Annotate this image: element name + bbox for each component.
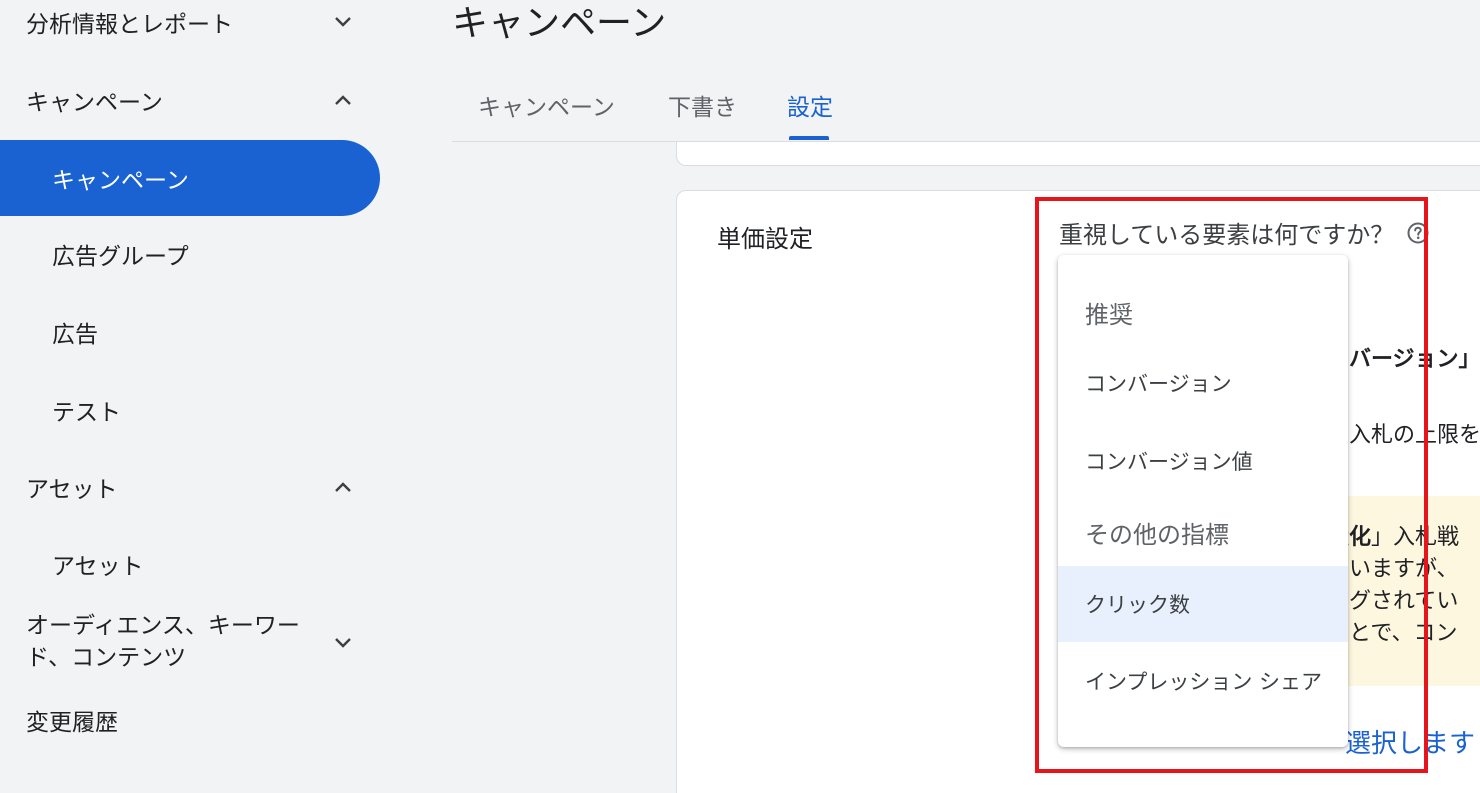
tab-drafts[interactable]: 下書き: [668, 88, 737, 122]
sidebar-group-audience[interactable]: オーディエンス、キーワー ド、コンテンツ: [0, 610, 380, 676]
select-bidding-link[interactable]: 選択します: [1345, 723, 1475, 760]
active-tab-indicator: [789, 136, 829, 140]
sidebar-item-label: オーディエンス、キーワー ド、コンテンツ: [26, 610, 300, 674]
sidebar-item-label: 広告グループ: [52, 244, 189, 270]
previous-card-edge: [676, 142, 1480, 166]
tab-campaigns[interactable]: キャンペーン: [478, 88, 615, 122]
app-window: 分析情報とレポート キャンペーン キャンペーン 広告グループ 広告 テスト アセ…: [0, 0, 1480, 793]
sidebar-item-label: テスト: [52, 400, 121, 426]
sidebar-item-label: アセット: [52, 554, 144, 580]
bg-text-conversion: ンバージョン」: [1327, 347, 1480, 372]
sidebar-item-label: キャンペーン: [26, 90, 163, 116]
sidebar-item-label-line1: オーディエンス、キーワー: [26, 613, 300, 639]
bg-text-info-rest: 」入札戦: [1371, 525, 1460, 550]
sidebar-group-campaigns[interactable]: キャンペーン: [0, 78, 380, 122]
sidebar-item-ads[interactable]: 広告: [0, 310, 380, 354]
sidebar: 分析情報とレポート キャンペーン キャンペーン 広告グループ 広告 テスト アセ…: [0, 0, 400, 793]
sidebar-item-assets[interactable]: アセット: [0, 542, 380, 586]
chevron-up-icon: [330, 87, 356, 113]
bidding-focus-question: 重視している要素は何ですか？: [1059, 215, 1430, 250]
sidebar-item-label-line2: ド、コンテンツ: [26, 645, 187, 671]
section-label-bidding: 単価設定: [717, 225, 813, 253]
dropdown-group-recommended: 推奨: [1085, 301, 1133, 329]
dropdown-group-other: その他の指標: [1085, 521, 1229, 549]
sidebar-item-label: 分析情報とレポート: [26, 12, 233, 38]
chevron-up-icon: [330, 474, 356, 500]
sidebar-item-campaigns[interactable]: キャンペーン: [0, 140, 380, 216]
chevron-down-icon: [330, 9, 356, 35]
sidebar-item-label: アセット: [26, 477, 118, 503]
question-text: 重視している要素は何ですか？: [1059, 221, 1395, 249]
sidebar-item-test[interactable]: テスト: [0, 388, 380, 432]
sidebar-item-label: 広告: [52, 322, 98, 348]
help-icon[interactable]: [1406, 221, 1430, 245]
sidebar-item-analysis[interactable]: 分析情報とレポート: [0, 0, 380, 44]
bidding-focus-dropdown: 推奨 コンバージョン コンバージョン値 その他の指標 クリック数 インプレッショ…: [1058, 255, 1348, 747]
bg-text-bid-limit: る入札の上限を: [1327, 423, 1480, 448]
dropdown-option-clicks[interactable]: クリック数: [1058, 566, 1348, 642]
page-title: キャンペーン: [452, 3, 667, 44]
sidebar-item-label: 変更履歴: [26, 710, 118, 736]
sidebar-group-assets[interactable]: アセット: [0, 465, 380, 509]
dropdown-option-impression-share[interactable]: インプレッション シェア: [1058, 643, 1348, 719]
sidebar-item-change-history[interactable]: 変更履歴: [0, 698, 380, 742]
tab-settings[interactable]: 設定: [787, 88, 833, 122]
dropdown-option-conversion-value[interactable]: コンバージョン値: [1058, 423, 1348, 499]
sidebar-item-ad-groups[interactable]: 広告グループ: [0, 232, 380, 276]
tab-bar: キャンペーン 下書き 設定: [452, 70, 1480, 142]
chevron-down-icon: [330, 630, 356, 656]
dropdown-option-conversions[interactable]: コンバージョン: [1058, 345, 1348, 421]
sidebar-item-label: キャンペーン: [52, 168, 189, 194]
